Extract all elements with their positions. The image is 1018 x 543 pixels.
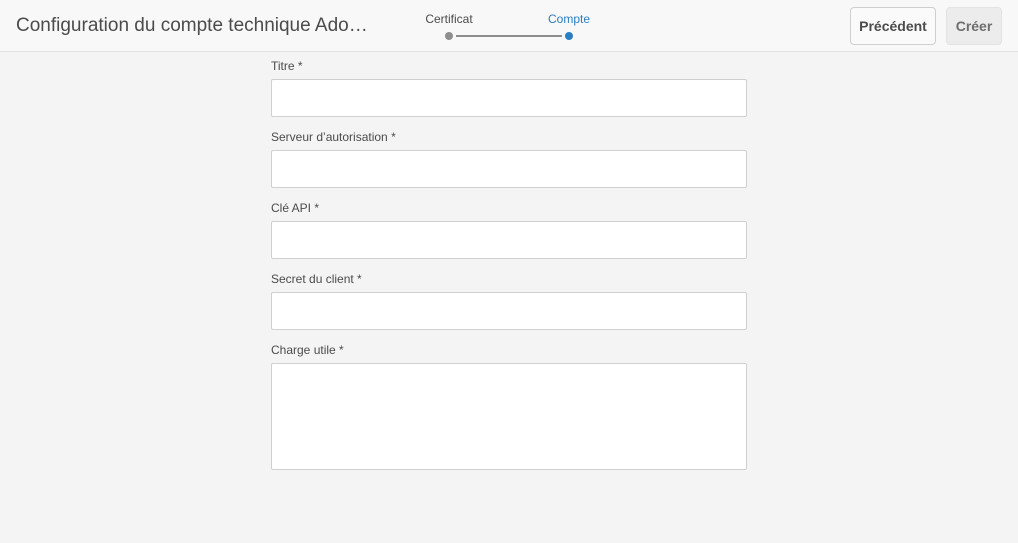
client-secret-label: Secret du client * xyxy=(271,272,362,286)
wizard-stepper: Certificat Compte xyxy=(420,12,600,42)
payload-label: Charge utile * xyxy=(271,343,344,357)
api-key-input[interactable] xyxy=(271,221,747,259)
page-title: Configuration du compte technique Adobe … xyxy=(16,15,376,36)
step-label-compte: Compte xyxy=(547,12,591,26)
api-key-label: Clé API * xyxy=(271,201,320,215)
step-dot-certificat[interactable] xyxy=(445,32,453,40)
step-dot-compte[interactable] xyxy=(565,32,573,40)
create-button[interactable]: Créer xyxy=(946,7,1002,45)
client-secret-input[interactable] xyxy=(271,292,747,330)
step-connector-line xyxy=(456,35,562,37)
header-bar: Configuration du compte technique Adobe … xyxy=(0,0,1018,52)
step-label-certificat: Certificat xyxy=(425,12,473,26)
authorization-server-label: Serveur d’autorisation * xyxy=(271,130,396,144)
authorization-server-input[interactable] xyxy=(271,150,747,188)
title-label: Titre * xyxy=(271,59,303,73)
title-input[interactable] xyxy=(271,79,747,117)
payload-textarea[interactable] xyxy=(271,363,747,470)
previous-button[interactable]: Précédent xyxy=(850,7,936,45)
